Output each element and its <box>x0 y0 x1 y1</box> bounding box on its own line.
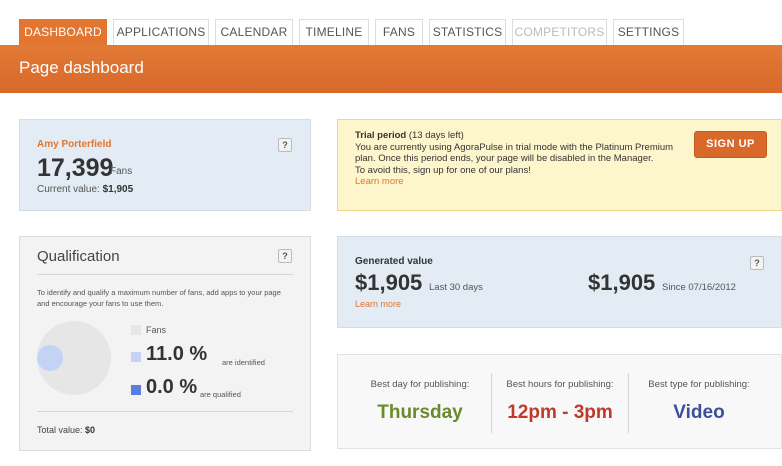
divider <box>37 411 293 412</box>
generated-value-title: Generated value <box>355 256 433 267</box>
help-icon[interactable]: ? <box>278 249 292 263</box>
tab-competitors: COMPETITORS <box>512 19 607 45</box>
fans-legend-swatch <box>131 325 141 335</box>
best-day-caption: Best day for publishing: <box>370 379 470 390</box>
tab-timeline[interactable]: TIMELINE <box>299 19 369 45</box>
best-type-caption: Best type for publishing: <box>648 379 750 390</box>
trial-days-left: (13 days left) <box>408 130 464 141</box>
tab-calendar[interactable]: CALENDAR <box>215 19 293 45</box>
best-publishing-panel: Best day for publishing: Thursday Best h… <box>337 354 782 449</box>
total-value-amount: $0 <box>85 425 96 435</box>
fans-legend-label: Fans <box>146 325 167 335</box>
page-name: Amy Porterfield <box>37 139 112 150</box>
qualified-percentage: 0.0 % <box>146 376 198 398</box>
best-day: Best day for publishing: Thursday <box>350 355 490 450</box>
trial-title: Trial period <box>355 130 407 141</box>
current-value: Current value: $1,905 <box>37 184 133 195</box>
trial-learn-more-link[interactable]: Learn more <box>355 176 685 188</box>
value-since-caption: Since 07/16/2012 <box>662 282 736 293</box>
divider <box>628 373 629 433</box>
identified-label: are identified <box>222 358 265 367</box>
total-value: Total value: $0 <box>37 425 95 435</box>
qualified-label: are qualified <box>200 390 241 399</box>
fans-count: 17,399 <box>37 154 114 182</box>
tab-bar: DASHBOARD APPLICATIONS CALENDAR TIMELINE… <box>0 0 782 45</box>
identified-percentage: 11.0 % <box>146 343 208 365</box>
value-last-30-days-caption: Last 30 days <box>429 282 483 293</box>
profile-panel: Amy Porterfield 17,399 Fans Current valu… <box>19 119 311 211</box>
current-value-amount: $1,905 <box>102 184 134 195</box>
identified-pie-marker <box>37 345 63 371</box>
value-last-30-days: $1,905 <box>355 270 423 295</box>
trial-cta-text: To avoid this, sign up for one of our pl… <box>355 164 531 176</box>
total-value-label: Total value: <box>37 425 83 435</box>
qualified-legend-swatch <box>131 385 141 395</box>
best-hours: Best hours for publishing: 12pm - 3pm <box>492 355 628 450</box>
best-type-value: Video <box>673 402 725 423</box>
best-hours-caption: Best hours for publishing: <box>506 379 614 390</box>
tab-settings[interactable]: SETTINGS <box>613 19 684 45</box>
help-icon[interactable]: ? <box>278 138 292 152</box>
best-type: Best type for publishing: Video <box>630 355 768 450</box>
value-since: $1,905 <box>588 270 656 295</box>
divider <box>37 274 293 275</box>
identified-legend-swatch <box>131 352 141 362</box>
tab-applications[interactable]: APPLICATIONS <box>113 19 209 45</box>
page-title: Page dashboard <box>19 58 144 77</box>
tab-fans[interactable]: FANS <box>375 19 423 45</box>
fans-label: Fans <box>110 166 133 177</box>
trial-notice: Trial period (13 days left) You are curr… <box>337 119 782 211</box>
help-icon[interactable]: ? <box>750 256 764 270</box>
best-hours-value: 12pm - 3pm <box>507 402 613 423</box>
best-day-value: Thursday <box>377 402 463 423</box>
trial-text: Trial period (13 days left) You are curr… <box>355 130 685 188</box>
page-header: Page dashboard <box>0 45 782 93</box>
generated-learn-more-link[interactable]: Learn more <box>355 299 401 309</box>
current-value-label: Current value: <box>37 184 100 195</box>
generated-value-panel: Generated value ? $1,905 Last 30 days $1… <box>337 236 782 328</box>
qualification-title: Qualification <box>37 248 120 265</box>
signup-button[interactable]: SIGN UP <box>694 131 767 158</box>
qualification-panel: Qualification ? To identify and qualify … <box>19 236 311 451</box>
tab-dashboard[interactable]: DASHBOARD <box>19 19 107 45</box>
tab-statistics[interactable]: STATISTICS <box>429 19 506 45</box>
trial-message: You are currently using AgoraPulse in tr… <box>355 141 674 165</box>
qualification-description: To identify and qualify a maximum number… <box>37 288 281 308</box>
